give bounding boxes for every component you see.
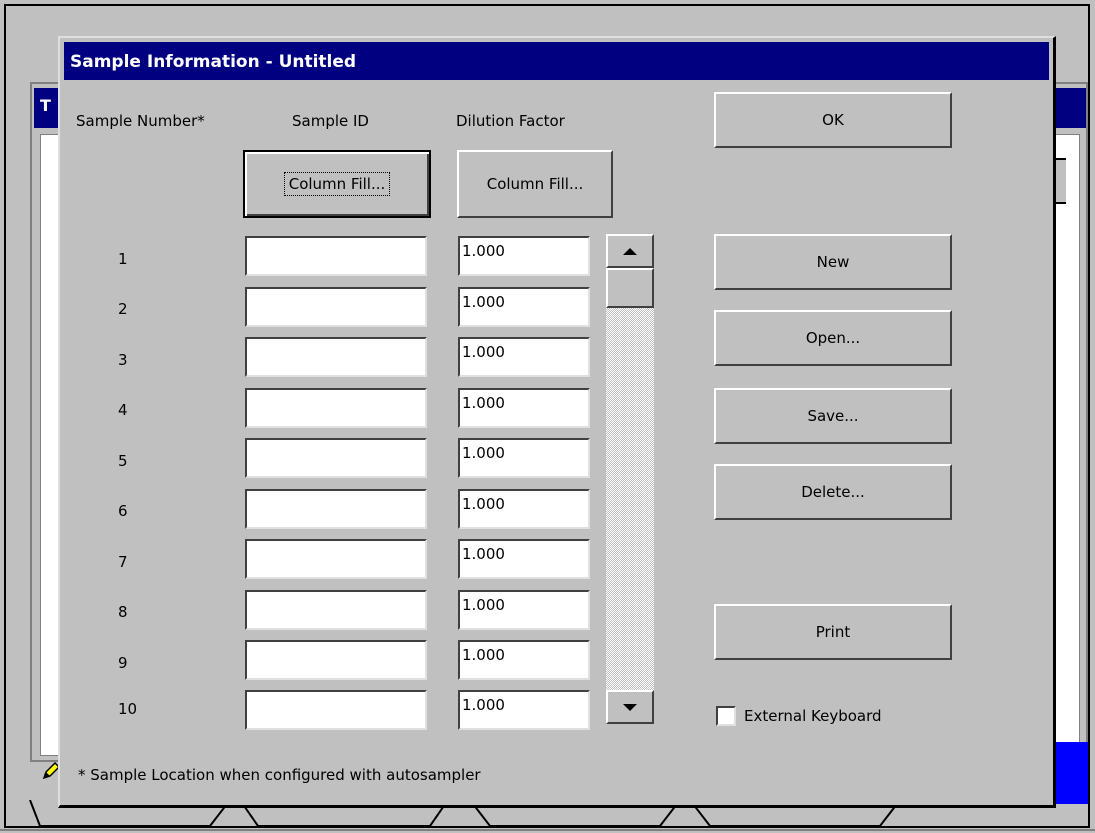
scroll-down-button[interactable] — [606, 690, 654, 724]
dilution-column-fill-label: Column Fill... — [486, 175, 584, 193]
dilution-input-8[interactable]: 1.000 — [458, 590, 590, 630]
dilution-input-9[interactable]: 1.000 — [458, 640, 590, 680]
dilution-input-6[interactable]: 1.000 — [458, 489, 590, 529]
arrow-down-icon — [623, 703, 637, 711]
row-number-5: 5 — [118, 452, 128, 470]
sample-information-dialog: Sample Information - Untitled Sample Num… — [58, 36, 1056, 808]
arrow-up-icon — [623, 247, 637, 255]
row-number-6: 6 — [118, 502, 128, 520]
dilution-input-3[interactable]: 1.000 — [458, 337, 590, 377]
dilution-input-4[interactable]: 1.000 — [458, 388, 590, 428]
background-window-title: T — [40, 96, 51, 115]
delete-button[interactable]: Delete... — [714, 464, 952, 520]
ok-button[interactable]: OK — [714, 92, 952, 148]
dialog-title: Sample Information - Untitled — [70, 52, 357, 72]
row-number-10: 10 — [118, 700, 138, 718]
external-keyboard-label: External Keyboard — [744, 707, 882, 725]
dilution-input-7[interactable]: 1.000 — [458, 539, 590, 579]
dilution-input-1[interactable]: 1.000 — [458, 236, 590, 276]
external-keyboard-checkbox[interactable] — [716, 706, 736, 726]
dilution-column-fill-button[interactable]: Column Fill... — [457, 150, 613, 218]
sample-id-column-fill-label: Column Fill... — [283, 172, 391, 196]
sample-id-input-10[interactable] — [245, 690, 427, 730]
sample-number-header: Sample Number* — [76, 112, 205, 130]
open-button[interactable]: Open... — [714, 310, 952, 366]
print-button[interactable]: Print — [714, 604, 952, 660]
sample-id-input-9[interactable] — [245, 640, 427, 680]
row-number-1: 1 — [118, 250, 128, 268]
sample-id-column-fill-button[interactable]: Column Fill... — [243, 150, 431, 218]
external-keyboard-option[interactable]: External Keyboard — [716, 706, 882, 726]
sample-id-input-2[interactable] — [245, 287, 427, 327]
row-number-8: 8 — [118, 603, 128, 621]
dilution-input-5[interactable]: 1.000 — [458, 438, 590, 478]
dilution-factor-header: Dilution Factor — [456, 112, 565, 130]
sample-id-input-5[interactable] — [245, 438, 427, 478]
footnote: * Sample Location when configured with a… — [78, 766, 481, 784]
sample-id-input-7[interactable] — [245, 539, 427, 579]
row-number-3: 3 — [118, 351, 128, 369]
scroll-thumb[interactable] — [606, 268, 654, 308]
sample-id-input-4[interactable] — [245, 388, 427, 428]
scroll-up-button[interactable] — [606, 234, 654, 268]
dilution-input-10[interactable]: 1.000 — [458, 690, 590, 730]
sample-id-input-8[interactable] — [245, 590, 427, 630]
background-status-block — [1054, 742, 1088, 804]
dilution-input-2[interactable]: 1.000 — [458, 287, 590, 327]
row-number-2: 2 — [118, 300, 128, 318]
sample-id-input-6[interactable] — [245, 489, 427, 529]
sample-id-header: Sample ID — [292, 112, 369, 130]
row-number-9: 9 — [118, 654, 128, 672]
dialog-titlebar[interactable]: Sample Information - Untitled — [64, 42, 1049, 80]
save-button[interactable]: Save... — [714, 388, 952, 444]
rows-scrollbar[interactable] — [606, 234, 654, 724]
row-number-4: 4 — [118, 401, 128, 419]
sample-id-input-1[interactable] — [245, 236, 427, 276]
row-number-7: 7 — [118, 553, 128, 571]
sample-id-input-3[interactable] — [245, 337, 427, 377]
new-button[interactable]: New — [714, 234, 952, 290]
